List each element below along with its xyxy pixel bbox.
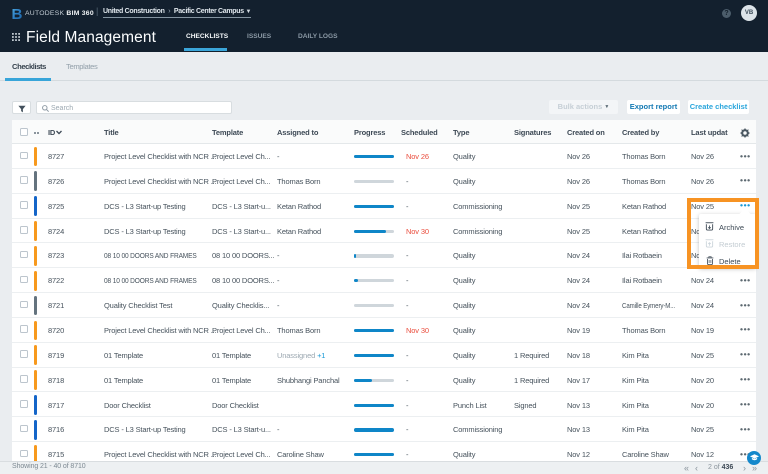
svg-text:B: B xyxy=(12,7,22,20)
